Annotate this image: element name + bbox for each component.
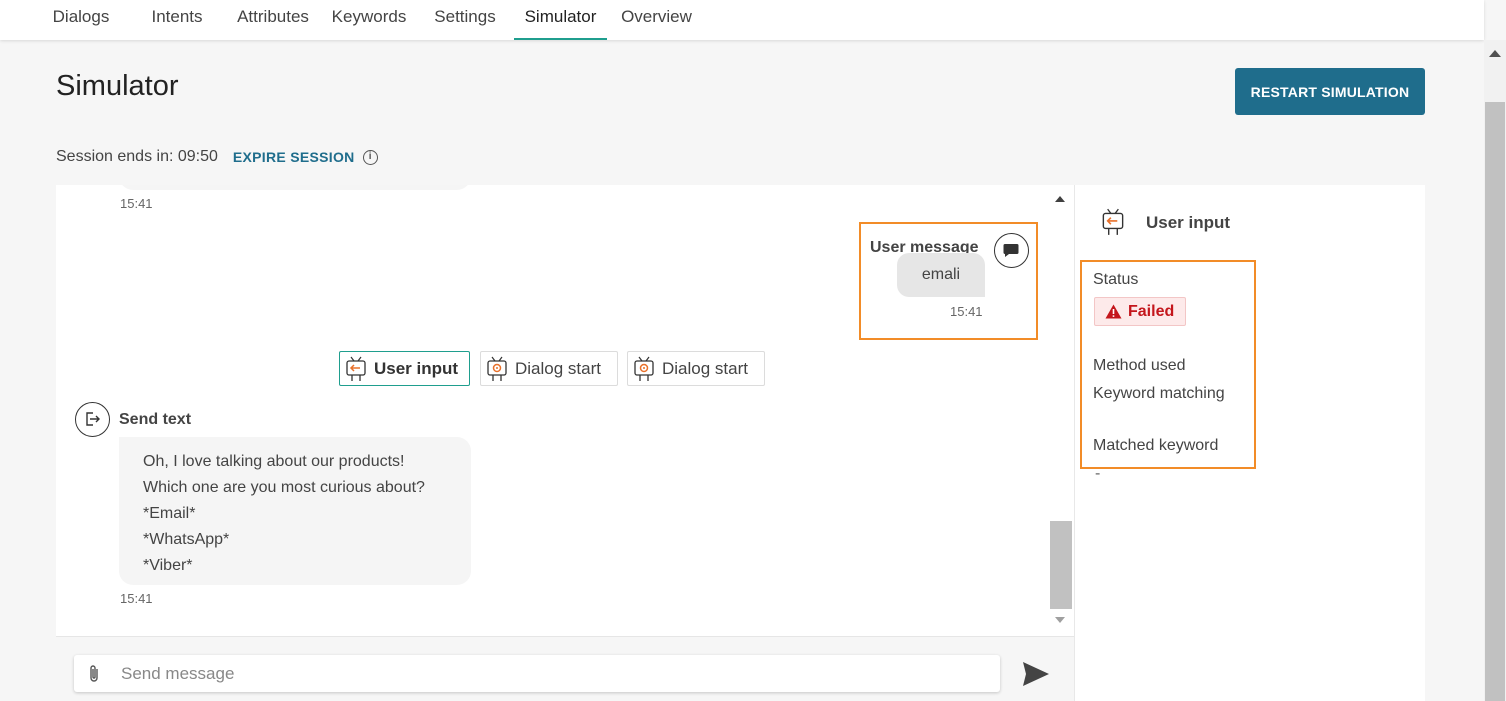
status-label: Status <box>1093 271 1139 288</box>
send-text-icon <box>75 402 110 437</box>
page-scrollbar-thumb[interactable] <box>1485 102 1505 701</box>
status-badge: Failed <box>1094 297 1186 326</box>
user-message-bubble: emali <box>897 253 985 297</box>
node-user-input-button[interactable]: User input <box>339 351 470 386</box>
message-composer <box>74 655 1000 692</box>
tab-overview[interactable]: Overview <box>620 0 693 40</box>
composer-bar <box>56 636 1074 701</box>
node-label: User input <box>374 358 459 378</box>
bot-message-line: *WhatsApp* <box>143 531 230 548</box>
tab-attributes[interactable]: Attributes <box>235 0 311 40</box>
node-label: Dialog start <box>662 358 748 378</box>
page-scrollbar[interactable] <box>1484 40 1506 701</box>
matched-keyword-value: - <box>1095 465 1101 482</box>
node-dialog-start-button[interactable]: Dialog start <box>627 351 765 386</box>
send-text-label: Send text <box>119 411 192 428</box>
tab-settings[interactable]: Settings <box>433 0 497 40</box>
chat-scrollbar-thumb[interactable] <box>1050 521 1072 609</box>
scroll-up-arrow-icon[interactable] <box>1489 50 1501 57</box>
details-title: User input <box>1146 213 1231 232</box>
node-label: Dialog start <box>515 358 601 378</box>
bot-message-line: *Email* <box>143 505 196 522</box>
send-message-input[interactable] <box>121 655 981 692</box>
bot-message-timestamp: 15:41 <box>120 591 153 606</box>
matched-keyword-label: Matched keyword <box>1093 437 1219 454</box>
robot-dialog-start-icon <box>487 356 507 381</box>
expire-session-link[interactable]: EXPIRE SESSION <box>233 149 355 165</box>
bot-message-bubble: Oh, I love talking about our products! W… <box>119 437 471 585</box>
tab-keywords[interactable]: Keywords <box>331 0 407 40</box>
bot-message-line: Which one are you most curious about? <box>143 479 425 496</box>
page-title: Simulator <box>56 70 179 102</box>
warning-icon <box>1105 304 1122 319</box>
robot-dialog-start-icon <box>634 356 654 381</box>
chat-panel: 15:41 User message emali 15:41 User inpu… <box>56 185 1074 701</box>
paperclip-icon[interactable] <box>87 664 101 684</box>
bot-message-line: Oh, I love talking about our products! <box>143 453 405 470</box>
user-message-timestamp: 15:41 <box>950 304 983 319</box>
session-timer: Session ends in: 09:50 <box>56 148 218 165</box>
tab-intents[interactable]: Intents <box>150 0 204 40</box>
tab-dialogs[interactable]: Dialogs <box>52 0 110 40</box>
top-nav: Dialogs Intents Attributes Keywords Sett… <box>0 0 1484 40</box>
robot-user-input-icon <box>346 356 366 381</box>
session-row: Session ends in: 09:50 EXPIRE SESSION i <box>56 146 378 168</box>
node-dialog-start-button[interactable]: Dialog start <box>480 351 618 386</box>
chat-scrollbar[interactable] <box>1048 185 1074 636</box>
user-message-block: User message emali 15:41 <box>859 222 1038 340</box>
message-timestamp: 15:41 <box>120 196 153 211</box>
info-icon[interactable]: i <box>362 149 378 165</box>
bot-message-line: *Viber* <box>143 557 193 574</box>
robot-user-input-icon <box>1102 208 1124 235</box>
tab-simulator[interactable]: Simulator <box>514 0 607 40</box>
chat-scroll-up-icon[interactable] <box>1055 196 1065 202</box>
chat-scroll-down-icon[interactable] <box>1055 617 1065 623</box>
send-icon[interactable] <box>1022 661 1050 687</box>
method-value: Keyword matching <box>1093 385 1225 402</box>
method-label: Method used <box>1093 357 1186 374</box>
restart-simulation-button[interactable]: RESTART SIMULATION <box>1235 68 1425 115</box>
chat-bubble-icon <box>994 233 1029 268</box>
status-value: Failed <box>1128 302 1175 320</box>
details-panel: User input Status Failed Method used Key… <box>1074 185 1425 701</box>
previous-message-bubble <box>119 185 471 190</box>
